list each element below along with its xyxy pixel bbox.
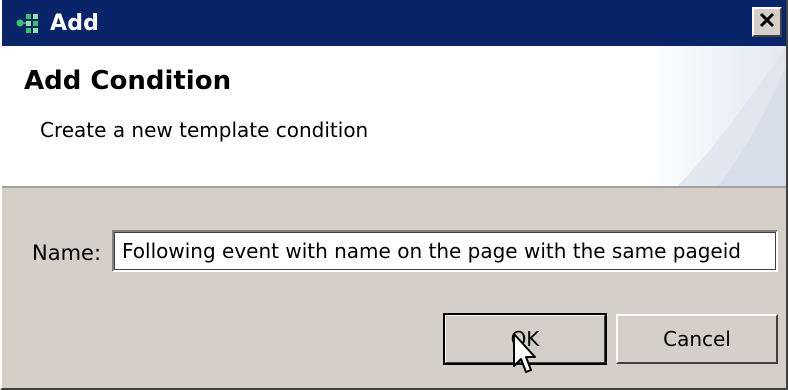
window-title: Add: [50, 10, 100, 36]
cancel-button[interactable]: Cancel: [616, 314, 778, 364]
title-bar[interactable]: Add: [2, 0, 786, 46]
header-banner: Add Condition Create a new template cond…: [2, 46, 786, 188]
close-icon: [758, 11, 776, 33]
banner-decoration: [677, 46, 786, 186]
name-input[interactable]: Following event with name on the page wi…: [112, 230, 778, 272]
close-button[interactable]: [752, 7, 782, 37]
add-condition-dialog: Add Add Condition Create a new template …: [0, 0, 788, 390]
name-label: Name:: [32, 241, 102, 265]
template-icon: [16, 10, 46, 36]
dialog-heading: Add Condition: [24, 66, 232, 96]
dialog-description: Create a new template condition: [40, 118, 369, 142]
mouse-pointer-icon: [513, 333, 536, 373]
